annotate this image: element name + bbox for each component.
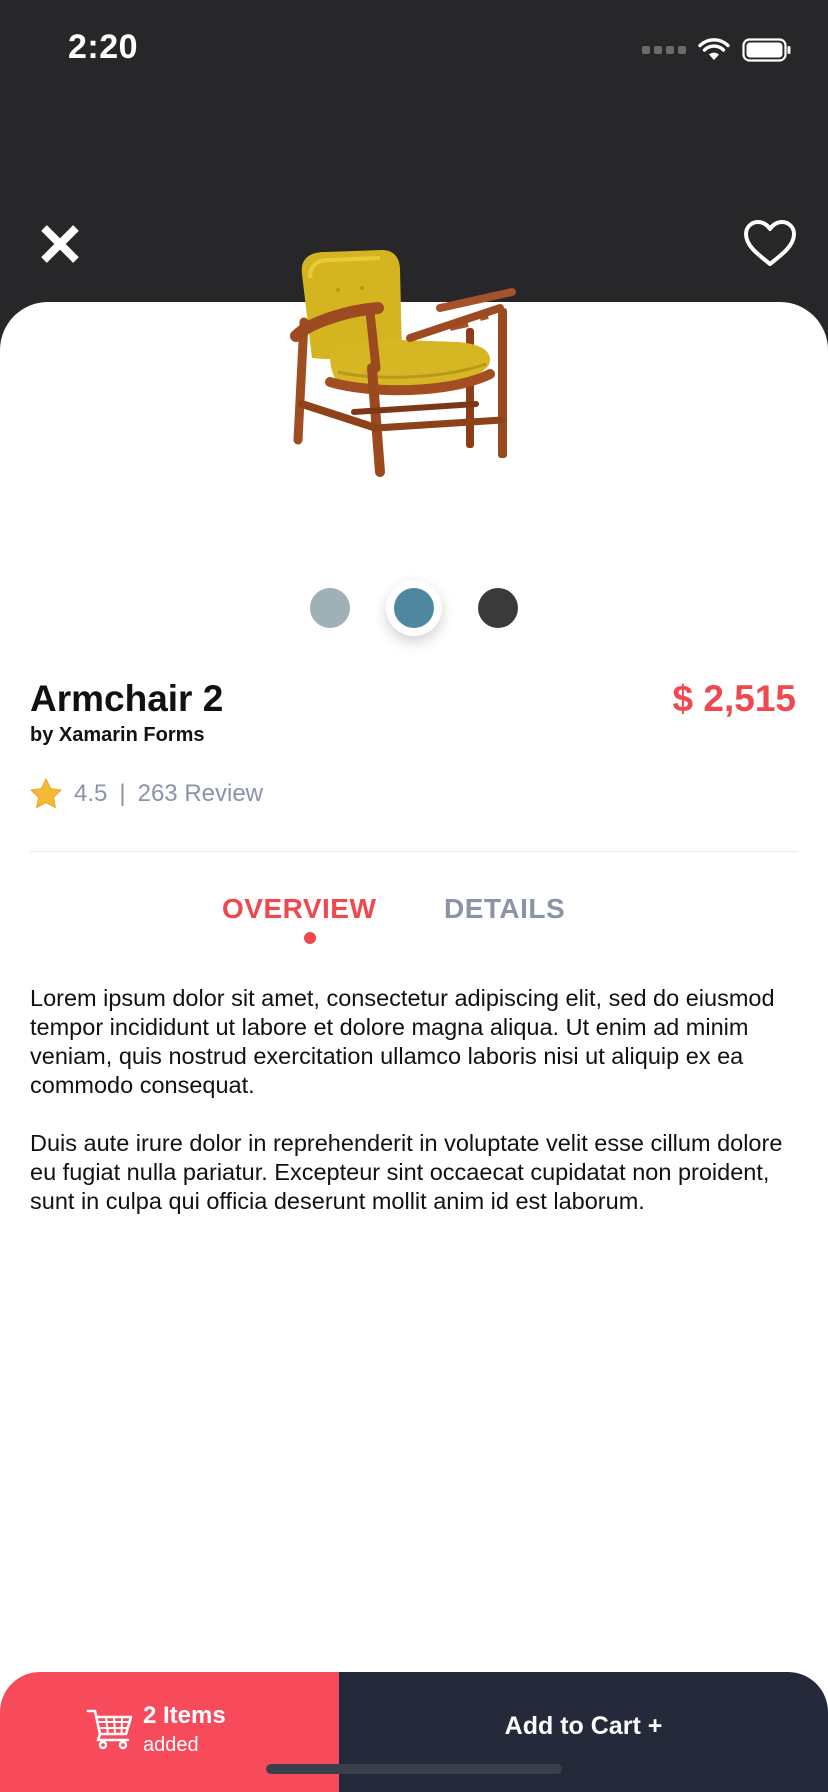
product-brand: by Xamarin Forms	[30, 724, 205, 746]
status-icons	[642, 36, 792, 64]
home-indicator[interactable]	[266, 1764, 562, 1774]
tab-overview[interactable]: OVERVIEW	[222, 893, 376, 925]
color-swatch-grey[interactable]	[310, 588, 350, 628]
star-icon	[30, 778, 62, 809]
description-paragraph: Lorem ipsum dolor sit amet, consectetur …	[30, 985, 775, 1098]
product-image[interactable]	[290, 248, 540, 508]
rating-value: 4.5	[74, 779, 108, 807]
product-title: Armchair 2	[30, 678, 224, 719]
product-detail-screen: 2:20 Armchair 2 by Xamarin Forms $ 2,515…	[0, 0, 828, 1792]
rating-separator: |	[119, 779, 126, 807]
status-bar: 2:20	[0, 0, 828, 100]
rating-row: 4.5 | 263 Review	[30, 778, 263, 809]
cart-summary-button[interactable]: 2 Items added	[0, 1672, 339, 1792]
divider	[30, 851, 798, 852]
color-swatch-charcoal[interactable]	[478, 588, 518, 628]
add-to-cart-button[interactable]: Add to Cart +	[339, 1672, 828, 1792]
status-time: 2:20	[68, 28, 139, 66]
color-swatch-blue[interactable]	[394, 588, 434, 628]
cart-sub-label: added	[143, 1734, 199, 1756]
heart-icon[interactable]	[742, 218, 798, 270]
battery-icon	[742, 38, 791, 62]
review-count[interactable]: 263 Review	[138, 780, 263, 808]
cellular-signal-icon	[642, 46, 686, 54]
description-paragraph: Duis aute irure dolor in reprehenderit i…	[30, 1130, 783, 1214]
cart-icon	[86, 1709, 133, 1750]
product-price: $ 2,515	[672, 678, 796, 719]
cart-count: 2 Items	[143, 1702, 226, 1729]
tab-active-indicator	[304, 932, 316, 944]
bottom-bar: 2 Items added Add to Cart +	[0, 1672, 828, 1792]
wifi-icon	[698, 38, 730, 60]
product-description: Lorem ipsum dolor sit amet, consectetur …	[30, 984, 802, 1245]
close-icon[interactable]	[36, 220, 84, 268]
color-swatches	[0, 578, 828, 638]
tab-details[interactable]: DETAILS	[444, 893, 565, 925]
